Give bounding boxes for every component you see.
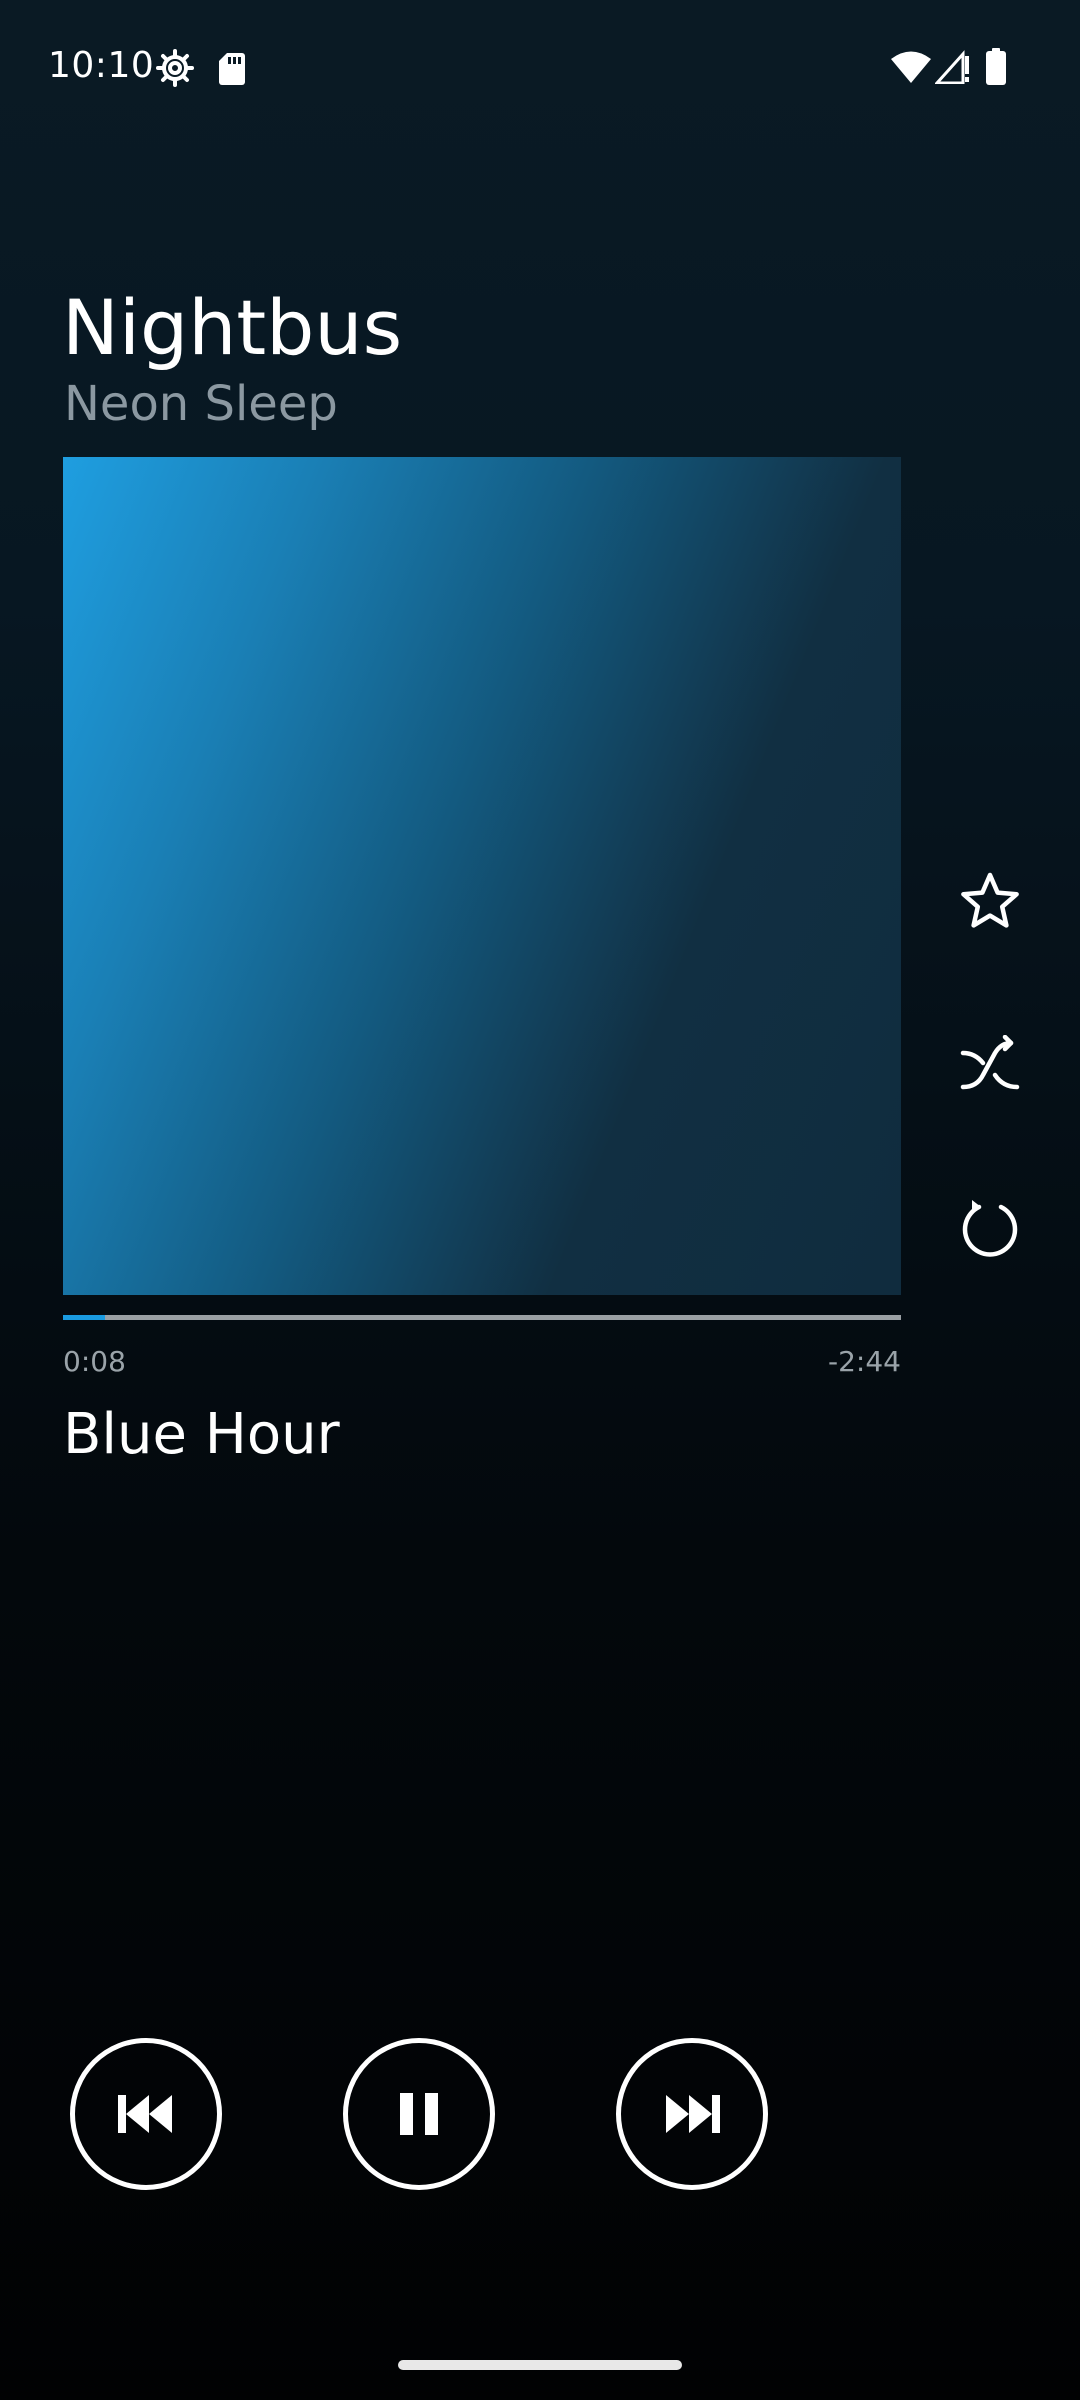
album-art [63, 457, 901, 1295]
repeat-button[interactable] [950, 1188, 1030, 1268]
sd-card-icon [219, 53, 245, 85]
seek-bar[interactable] [63, 1315, 901, 1320]
next-button[interactable] [616, 2038, 768, 2190]
wifi-icon [891, 51, 931, 83]
status-time: 10:10 [48, 45, 155, 86]
pause-icon [400, 2093, 438, 2135]
remaining-time: -2:44 [828, 1345, 901, 1378]
star-outline-icon [961, 872, 1019, 928]
status-bar: 10:10 [0, 0, 1080, 140]
pause-button[interactable] [343, 2038, 495, 2190]
shuffle-button[interactable] [950, 1026, 1030, 1106]
shuffle-icon [960, 1035, 1020, 1090]
skip-next-icon [666, 2095, 720, 2133]
artist-name: Neon Sleep [64, 376, 338, 432]
album-title: Nightbus [62, 283, 403, 372]
battery-icon [986, 48, 1006, 85]
seek-bar-progress [63, 1315, 105, 1320]
track-title: Blue Hour [63, 1402, 340, 1467]
previous-button[interactable] [70, 2038, 222, 2190]
favorite-button[interactable] [950, 862, 1030, 942]
settings-gear-icon [156, 49, 194, 87]
cellular-signal-icon [935, 50, 969, 84]
repeat-icon [962, 1200, 1018, 1257]
skip-previous-icon [118, 2095, 172, 2133]
home-indicator[interactable] [398, 2360, 682, 2370]
elapsed-time: 0:08 [63, 1345, 126, 1378]
